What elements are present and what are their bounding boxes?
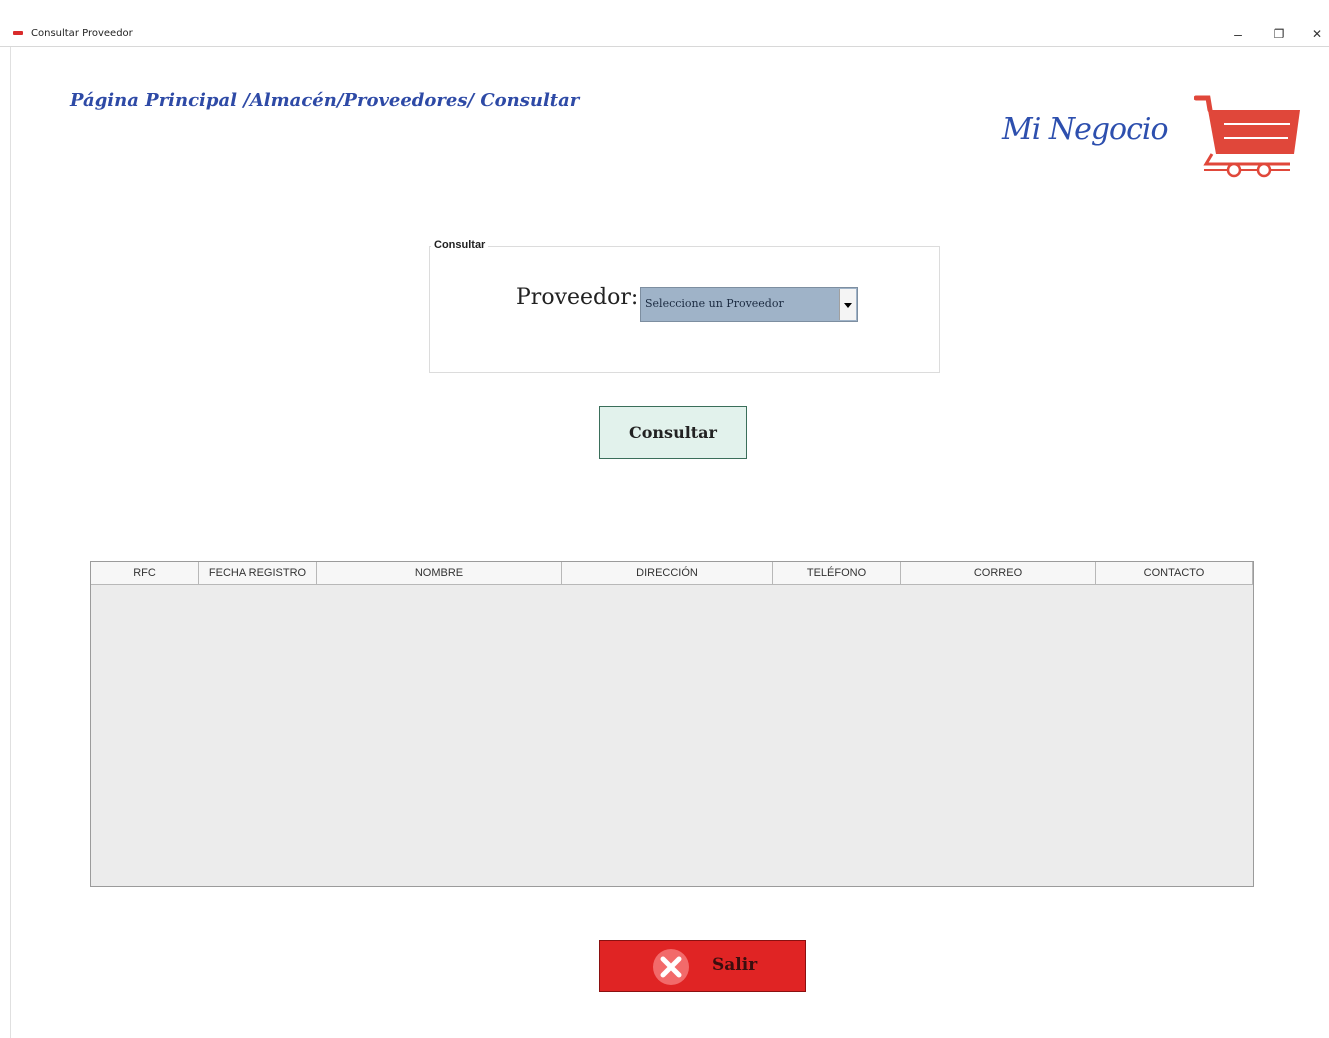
column-header-direccion[interactable]: DIRECCIÓN: [562, 562, 773, 584]
close-circle-icon: [653, 949, 689, 985]
proveedor-select-value: Seleccione un Proveedor: [645, 297, 784, 310]
column-header-fecha-registro[interactable]: FECHA REGISTRO: [199, 562, 317, 584]
breadcrumb: Página Principal /Almacén/Proveedores/ C…: [70, 90, 579, 111]
breadcrumb-almacen[interactable]: Almacén: [250, 90, 337, 111]
proveedor-label: Proveedor:: [516, 285, 639, 310]
close-window-button[interactable]: ✕: [1305, 24, 1329, 44]
proveedor-select[interactable]: Seleccione un Proveedor: [640, 287, 858, 322]
logo-text: Mi Negocio: [1002, 112, 1169, 147]
table-header: RFC FECHA REGISTRO NOMBRE DIRECCIÓN TELÉ…: [91, 562, 1253, 585]
restore-button[interactable]: ❐: [1267, 24, 1291, 44]
window-border: [10, 47, 11, 1038]
breadcrumb-separator: /: [236, 90, 250, 111]
shopping-cart-icon: [1193, 94, 1304, 185]
minimize-button[interactable]: –: [1226, 24, 1250, 44]
column-header-telefono[interactable]: TELÉFONO: [773, 562, 901, 584]
breadcrumb-home[interactable]: Página Principal: [70, 90, 237, 111]
title-bar: Consultar Proveedor – ❐ ✕: [0, 0, 1329, 47]
app-icon: [13, 31, 23, 35]
results-table[interactable]: RFC FECHA REGISTRO NOMBRE DIRECCIÓN TELÉ…: [90, 561, 1254, 887]
column-header-nombre[interactable]: NOMBRE: [317, 562, 562, 584]
breadcrumb-consultar: Consultar: [480, 90, 580, 111]
breadcrumb-proveedores[interactable]: Proveedores: [343, 90, 467, 111]
column-header-rfc[interactable]: RFC: [91, 562, 199, 584]
column-header-correo[interactable]: CORREO: [901, 562, 1096, 584]
consultar-button[interactable]: Consultar: [599, 406, 747, 459]
column-header-contacto[interactable]: CONTACTO: [1096, 562, 1253, 584]
window-title: Consultar Proveedor: [31, 28, 133, 39]
group-legend: Consultar: [431, 239, 489, 251]
breadcrumb-separator: /: [467, 90, 481, 111]
chevron-down-icon[interactable]: [839, 289, 856, 320]
salir-button[interactable]: Salir: [599, 940, 806, 992]
salir-label: Salir: [712, 955, 758, 975]
